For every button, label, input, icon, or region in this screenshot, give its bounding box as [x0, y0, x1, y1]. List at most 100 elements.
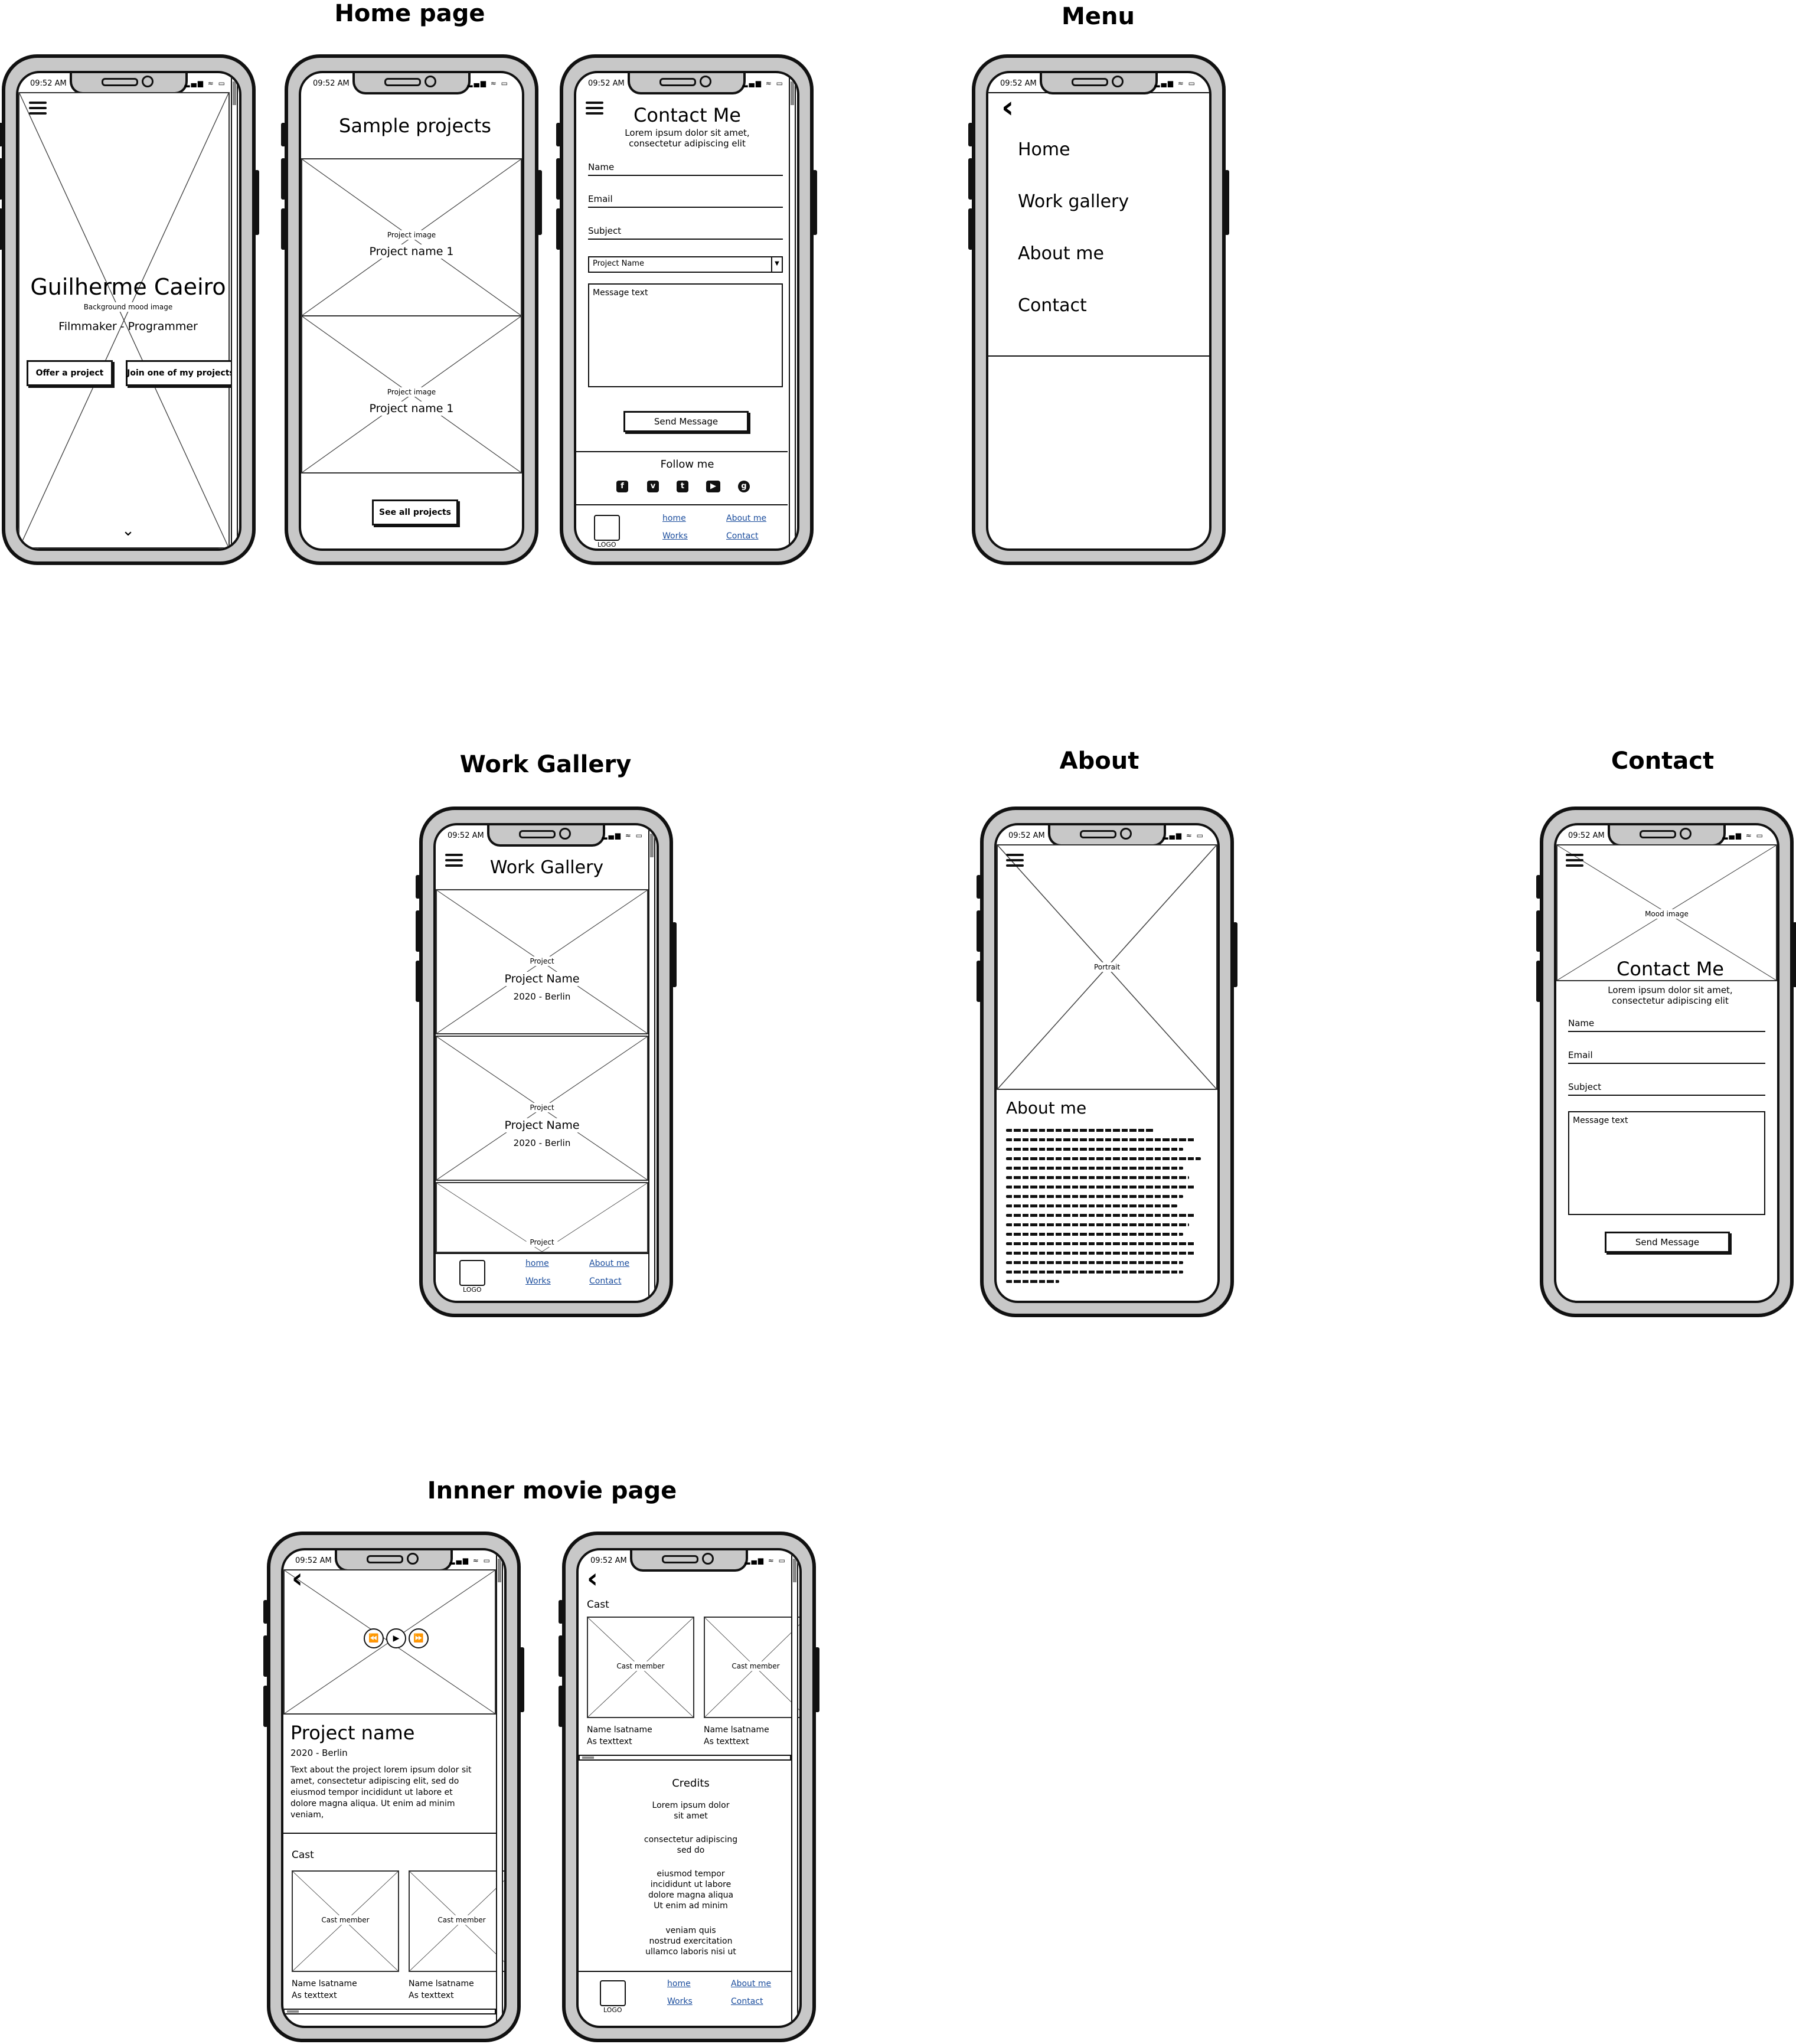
hamburger-menu-icon[interactable]: [445, 854, 463, 868]
chevron-down-icon: ▼: [771, 257, 782, 272]
credits-line: consectetur adipiscing: [644, 1835, 738, 1844]
screen: 09:52 AM ▂▄▆ ≈ ▭ Guilherme Caeiro Backgr…: [16, 71, 241, 551]
horizontal-scrollbar[interactable]: [283, 2009, 496, 2014]
hamburger-menu-icon[interactable]: [1566, 854, 1583, 868]
footer-link-works[interactable]: Works: [667, 1997, 693, 2006]
mood-image-label: Mood image: [1641, 909, 1692, 919]
follow-me-label: Follow me: [660, 458, 714, 471]
hamburger-menu-icon[interactable]: [586, 102, 603, 116]
project-image-2[interactable]: Project image Project name 1: [301, 315, 522, 474]
contact-subtitle-2: consectetur adipiscing elit: [629, 138, 746, 149]
gallery-item-1[interactable]: Project Project Name 2020 - Berlin: [436, 889, 648, 1034]
email-field[interactable]: [1568, 1063, 1765, 1064]
credits-line: sit amet: [674, 1811, 708, 1821]
footer-link-contact[interactable]: Contact: [589, 1276, 621, 1286]
project-select[interactable]: Project Name ▼: [588, 256, 783, 273]
cast-heading: Cast: [292, 1849, 314, 1861]
message-textarea[interactable]: Message text: [1568, 1111, 1765, 1215]
facebook-icon[interactable]: f: [616, 481, 628, 492]
credits-line: sed do: [677, 1846, 705, 1855]
cast-member-image[interactable]: Cast member: [587, 1617, 694, 1718]
footer-link-contact[interactable]: Contact: [731, 1997, 763, 2006]
message-textarea[interactable]: Message text: [588, 283, 783, 387]
menu-item-work-gallery[interactable]: Work gallery: [1018, 191, 1129, 212]
back-chevron-icon[interactable]: ‹: [587, 1562, 598, 1594]
footer-link-about[interactable]: About me: [731, 1979, 771, 1989]
cast-member-label: Cast member: [728, 1661, 783, 1671]
scrollbar[interactable]: [789, 76, 796, 546]
email-field[interactable]: [588, 207, 783, 208]
footer-link-works[interactable]: Works: [525, 1276, 551, 1286]
send-message-button[interactable]: Send Message: [1605, 1232, 1730, 1253]
footer-link-about[interactable]: About me: [589, 1259, 629, 1268]
project-meta: 2020 - Berlin: [510, 991, 574, 1003]
chevron-down-icon[interactable]: ⌄: [122, 522, 135, 540]
logo[interactable]: [600, 1980, 626, 2006]
project-label: Project: [526, 1237, 558, 1247]
footer-link-home[interactable]: home: [662, 514, 686, 523]
cast-member-image[interactable]: Cast member: [292, 1870, 399, 1972]
phone-about: 09:52 AM ▂▄▆ ≈ ▭ Portrait About me: [977, 807, 1237, 1317]
status-time: 09:52 AM: [448, 831, 484, 840]
play-icon[interactable]: ▶: [386, 1628, 406, 1648]
twitter-icon[interactable]: t: [677, 481, 688, 492]
horizontal-scrollbar[interactable]: [579, 1755, 791, 1761]
logo[interactable]: [459, 1260, 485, 1286]
fast-forward-icon[interactable]: ⏩: [409, 1628, 429, 1648]
subject-field[interactable]: [1568, 1095, 1765, 1096]
gallery-item-2[interactable]: Project Project Name 2020 - Berlin: [436, 1036, 648, 1181]
name-field[interactable]: [1568, 1031, 1765, 1032]
cast-member-role: As texttext: [292, 1991, 337, 2000]
menu-item-about[interactable]: About me: [1018, 243, 1104, 264]
hamburger-menu-icon[interactable]: [29, 102, 47, 116]
portrait-label: Portrait: [1090, 962, 1124, 972]
cast-member-role: As texttext: [587, 1737, 632, 1746]
contact-subtitle-1: Lorem ipsum dolor sit amet,: [1608, 985, 1733, 995]
github-icon[interactable]: g: [738, 481, 750, 492]
back-chevron-icon[interactable]: ‹: [1001, 90, 1014, 125]
menu-item-contact[interactable]: Contact: [1018, 295, 1087, 316]
phone-contact: 09:52 AM ▂▄▆ ≈ ▭ Mood image Contact Me L…: [1536, 807, 1796, 1317]
scrollbar[interactable]: [791, 1553, 798, 2023]
project-name: Project name 1: [365, 244, 458, 259]
project-description-line: eiusmod tempor incididunt ut labore et: [290, 1788, 453, 1797]
page-title: Sample projects: [339, 115, 491, 137]
footer-link-home[interactable]: home: [525, 1259, 549, 1268]
scrollbar[interactable]: [231, 76, 238, 546]
join-project-button[interactable]: Join one of my projects: [126, 360, 236, 386]
gallery-item-3[interactable]: Project: [436, 1182, 648, 1253]
scrollbar[interactable]: [496, 1553, 503, 2023]
name-field[interactable]: [588, 175, 783, 176]
logo[interactable]: [594, 515, 620, 541]
section-title-about: About: [1059, 747, 1139, 775]
project-description-line: amet, consectetur adipiscing elit, sed d…: [290, 1777, 459, 1786]
project-image-label: Project image: [383, 387, 440, 397]
section-title-contact: Contact: [1611, 747, 1715, 775]
menu-item-home[interactable]: Home: [1018, 139, 1070, 160]
credits-line: Lorem ipsum dolor: [652, 1801, 730, 1810]
footer-link-works[interactable]: Works: [662, 531, 688, 541]
cast-member-image[interactable]: Cast member: [704, 1617, 799, 1718]
status-icons: ▂▄▆ ≈ ▭: [1154, 79, 1196, 87]
project-label: Project: [526, 956, 558, 966]
vimeo-icon[interactable]: v: [647, 481, 659, 492]
subject-field[interactable]: [588, 239, 783, 240]
cast-member-name: Name lsatname: [409, 1979, 474, 1989]
youtube-icon[interactable]: ▶: [706, 481, 720, 492]
see-all-projects-button[interactable]: See all projects: [372, 499, 458, 525]
footer-link-contact[interactable]: Contact: [726, 531, 758, 541]
project-select-value: Project Name: [593, 259, 644, 268]
back-chevron-icon[interactable]: ‹: [292, 1562, 303, 1594]
send-message-button[interactable]: Send Message: [623, 411, 749, 432]
project-name: Project Name: [501, 972, 583, 986]
credits-line: ullamco laboris nisi ut: [645, 1947, 736, 1957]
hamburger-menu-icon[interactable]: [1006, 854, 1024, 868]
cast-member-image[interactable]: Cast member: [409, 1870, 504, 1972]
footer-link-home[interactable]: home: [667, 1979, 691, 1989]
project-image-1[interactable]: Project image Project name 1: [301, 158, 522, 316]
rewind-icon[interactable]: ⏪: [364, 1628, 384, 1648]
offer-project-button[interactable]: Offer a project: [27, 360, 113, 386]
footer-link-about[interactable]: About me: [726, 514, 766, 523]
name-label: Name: [1568, 1018, 1595, 1028]
scrollbar[interactable]: [648, 828, 655, 1298]
